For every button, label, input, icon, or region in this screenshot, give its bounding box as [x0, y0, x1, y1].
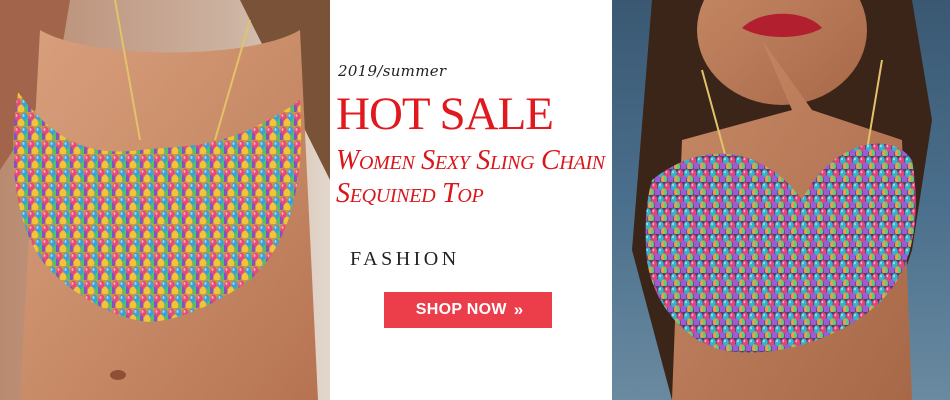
shop-now-label: SHOP NOW: [415, 301, 507, 318]
subtitle-line-2: Sequined Top: [336, 178, 484, 209]
promo-banner: 2019/summer HOT SALE Women Sexy Sling Ch…: [0, 0, 950, 400]
product-photo-right[interactable]: [612, 0, 950, 400]
model-photo-left-svg: [0, 0, 330, 400]
category-label: FASHION: [350, 248, 460, 270]
season-label: 2019/summer: [338, 62, 447, 80]
model-photo-right-svg: [612, 0, 950, 400]
double-chevron-right-icon: »: [513, 300, 524, 319]
subtitle-line-1: Women Sexy Sling Chain: [336, 145, 605, 176]
headline: HOT SALE: [336, 88, 554, 140]
shop-now-button[interactable]: SHOP NOW »: [384, 292, 552, 328]
product-photo-left[interactable]: [0, 0, 330, 400]
promo-text-panel: 2019/summer HOT SALE Women Sexy Sling Ch…: [330, 0, 612, 400]
